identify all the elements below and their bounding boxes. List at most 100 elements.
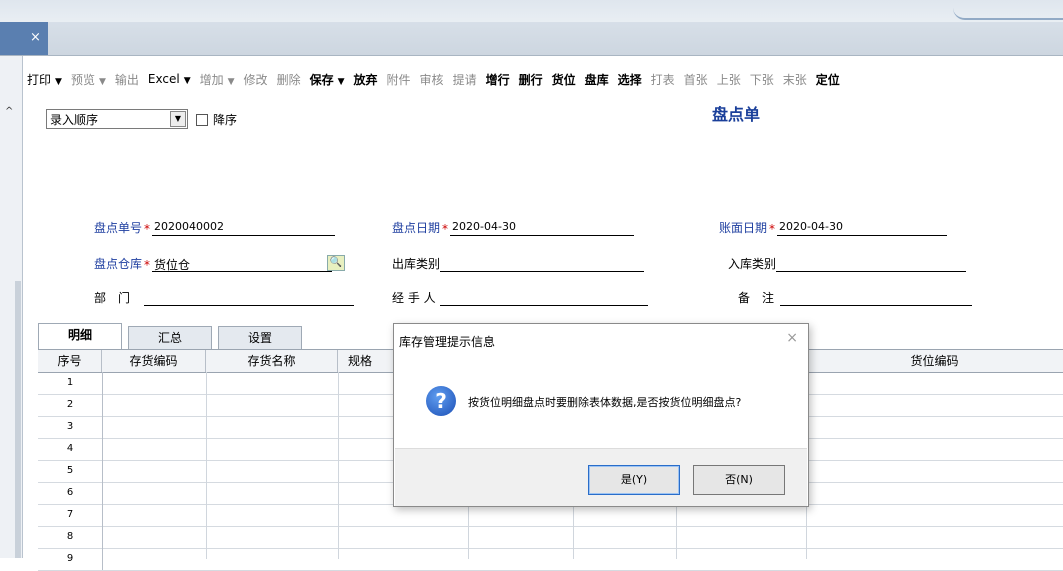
column-header[interactable]: 存货名称	[206, 350, 338, 372]
dialog-footer: 是(Y) 否(N)	[395, 448, 807, 506]
row-number: 4	[38, 438, 103, 460]
descending-checkbox-group[interactable]: 降序	[196, 111, 237, 128]
toolbar-button-label: 增加	[199, 72, 224, 87]
no-button[interactable]: 否(N)	[693, 465, 785, 495]
toolbar-button[interactable]: 预览 ▼	[71, 71, 106, 88]
dropdown-arrow-icon[interactable]: ▼	[228, 77, 235, 87]
in-type-label: 入库类别	[728, 257, 777, 271]
count-date-input[interactable]: 2020-04-30	[450, 220, 635, 236]
toolbar-button-label: 输出	[114, 72, 139, 87]
close-tab-icon[interactable]: ×	[30, 30, 41, 45]
toolbar-button-label: 删除	[276, 72, 301, 87]
dept-input[interactable]	[144, 290, 355, 306]
row-number: 8	[38, 526, 103, 548]
book-date-input[interactable]: 2020-04-30	[777, 220, 948, 236]
chevron-up-icon[interactable]: ^	[5, 106, 13, 117]
doc-no-label: 盘点单号	[94, 221, 143, 235]
toolbar-button-label: 附件	[386, 72, 411, 87]
toolbar-button[interactable]: 审核	[420, 71, 444, 88]
row-number: 1	[38, 372, 103, 394]
title-bar	[0, 0, 1063, 22]
toolbar-button-label: 末张	[782, 72, 807, 87]
toolbar-button[interactable]: 保存 ▼	[310, 71, 345, 88]
out-type-input[interactable]	[440, 256, 645, 272]
toolbar-button[interactable]: 输出	[115, 71, 139, 88]
left-collapse-panel: ^	[0, 56, 23, 558]
toolbar-button-label: 打表	[650, 72, 675, 87]
warehouse-input[interactable]: 货位仓	[152, 256, 333, 272]
out-type-label: 出库类别	[392, 257, 441, 271]
dept-label: 部 门	[94, 291, 131, 305]
descending-label: 降序	[213, 113, 238, 127]
table-row[interactable]: 9	[38, 548, 1063, 571]
table-row[interactable]: 7	[38, 504, 1063, 527]
dropdown-arrow-icon[interactable]: ▼	[184, 76, 191, 86]
toolbar-button[interactable]: 提请	[453, 71, 477, 88]
toolbar-button[interactable]: 上张	[717, 71, 741, 88]
handler-input[interactable]	[439, 290, 648, 306]
dropdown-arrow-icon[interactable]: ▼	[99, 77, 106, 87]
remark-field: 备 注	[738, 288, 973, 306]
toolbar-button-label: 预览	[70, 72, 95, 87]
tab-settings[interactable]: 设置	[218, 326, 302, 349]
chevron-down-icon[interactable]: ▼	[170, 111, 186, 127]
required-mark: *	[769, 222, 776, 236]
remark-input[interactable]	[780, 290, 973, 306]
remark-label: 备 注	[738, 291, 775, 305]
toolbar-button-label: 审核	[419, 72, 444, 87]
in-type-input[interactable]	[776, 256, 967, 272]
toolbar-button[interactable]: 增加 ▼	[200, 71, 235, 88]
dropdown-arrow-icon[interactable]: ▼	[55, 77, 62, 87]
confirm-dialog: 库存管理提示信息 × ? 按货位明细盘点时要删除表体数据,是否按货位明细盘点? …	[393, 323, 809, 507]
toolbar-button-label: 提请	[452, 72, 477, 87]
grid-divider	[338, 372, 339, 559]
toolbar-button[interactable]: 盘库	[585, 71, 609, 88]
toolbar-button[interactable]: 选择	[618, 71, 642, 88]
toolbar-button-label: 下张	[749, 72, 774, 87]
toolbar-button[interactable]: 下张	[750, 71, 774, 88]
row-number: 3	[38, 416, 103, 438]
descending-checkbox[interactable]	[196, 113, 208, 126]
toolbar-button[interactable]: 增行	[486, 71, 510, 88]
toolbar-button[interactable]: 附件	[387, 71, 411, 88]
toolbar-button[interactable]: 删行	[519, 71, 543, 88]
column-header[interactable]: 货位编码	[806, 350, 1063, 372]
table-row[interactable]: 8	[38, 526, 1063, 549]
toolbar-button[interactable]: 放弃	[354, 71, 378, 88]
close-icon[interactable]: ×	[786, 330, 798, 346]
lookup-icon[interactable]: 🔍	[327, 255, 345, 271]
out-type-field: 出库类别	[392, 254, 645, 272]
sort-order-value: 录入顺序	[50, 113, 99, 127]
toolbar-button[interactable]: 修改	[244, 71, 268, 88]
tab-detail[interactable]: 明细	[38, 323, 122, 349]
toolbar-button[interactable]: 末张	[783, 71, 807, 88]
left-scrollbar[interactable]	[15, 281, 21, 558]
toolbar-button[interactable]: 打表	[651, 71, 675, 88]
column-header[interactable]: 序号	[38, 350, 102, 372]
tab-summary[interactable]: 汇总	[128, 326, 212, 349]
toolbar-button[interactable]: 删除	[277, 71, 301, 88]
handler-label: 经 手 人	[392, 291, 436, 305]
yes-button[interactable]: 是(Y)	[588, 465, 680, 495]
toolbar-button-label: 保存	[309, 72, 334, 87]
toolbar-button-label: 打印	[27, 72, 52, 87]
sort-order-select[interactable]: 录入顺序 ▼	[46, 109, 188, 129]
document-tab[interactable]: ×	[0, 22, 48, 55]
toolbar-button[interactable]: 打印 ▼	[27, 71, 62, 88]
count-date-field: 盘点日期 * 2020-04-30	[392, 218, 635, 236]
toolbar-button[interactable]: Excel ▼	[148, 72, 191, 86]
toolbar-button[interactable]: 货位	[552, 71, 576, 88]
document-tab-strip: ×	[0, 22, 1063, 56]
toolbar-button[interactable]: 首张	[684, 71, 708, 88]
dropdown-arrow-icon[interactable]: ▼	[338, 77, 345, 87]
toolbar-button-label: 修改	[243, 72, 268, 87]
title-decoration	[953, 8, 1063, 20]
toolbar-button-label: 盘库	[584, 72, 609, 87]
toolbar-button[interactable]: 定位	[816, 71, 840, 88]
row-number: 7	[38, 504, 103, 526]
column-header[interactable]: 存货编码	[102, 350, 206, 372]
page-title: 盘点单	[712, 105, 761, 124]
row-number: 6	[38, 482, 103, 504]
required-mark: *	[442, 222, 449, 236]
doc-no-input[interactable]: 2020040002	[152, 220, 336, 236]
